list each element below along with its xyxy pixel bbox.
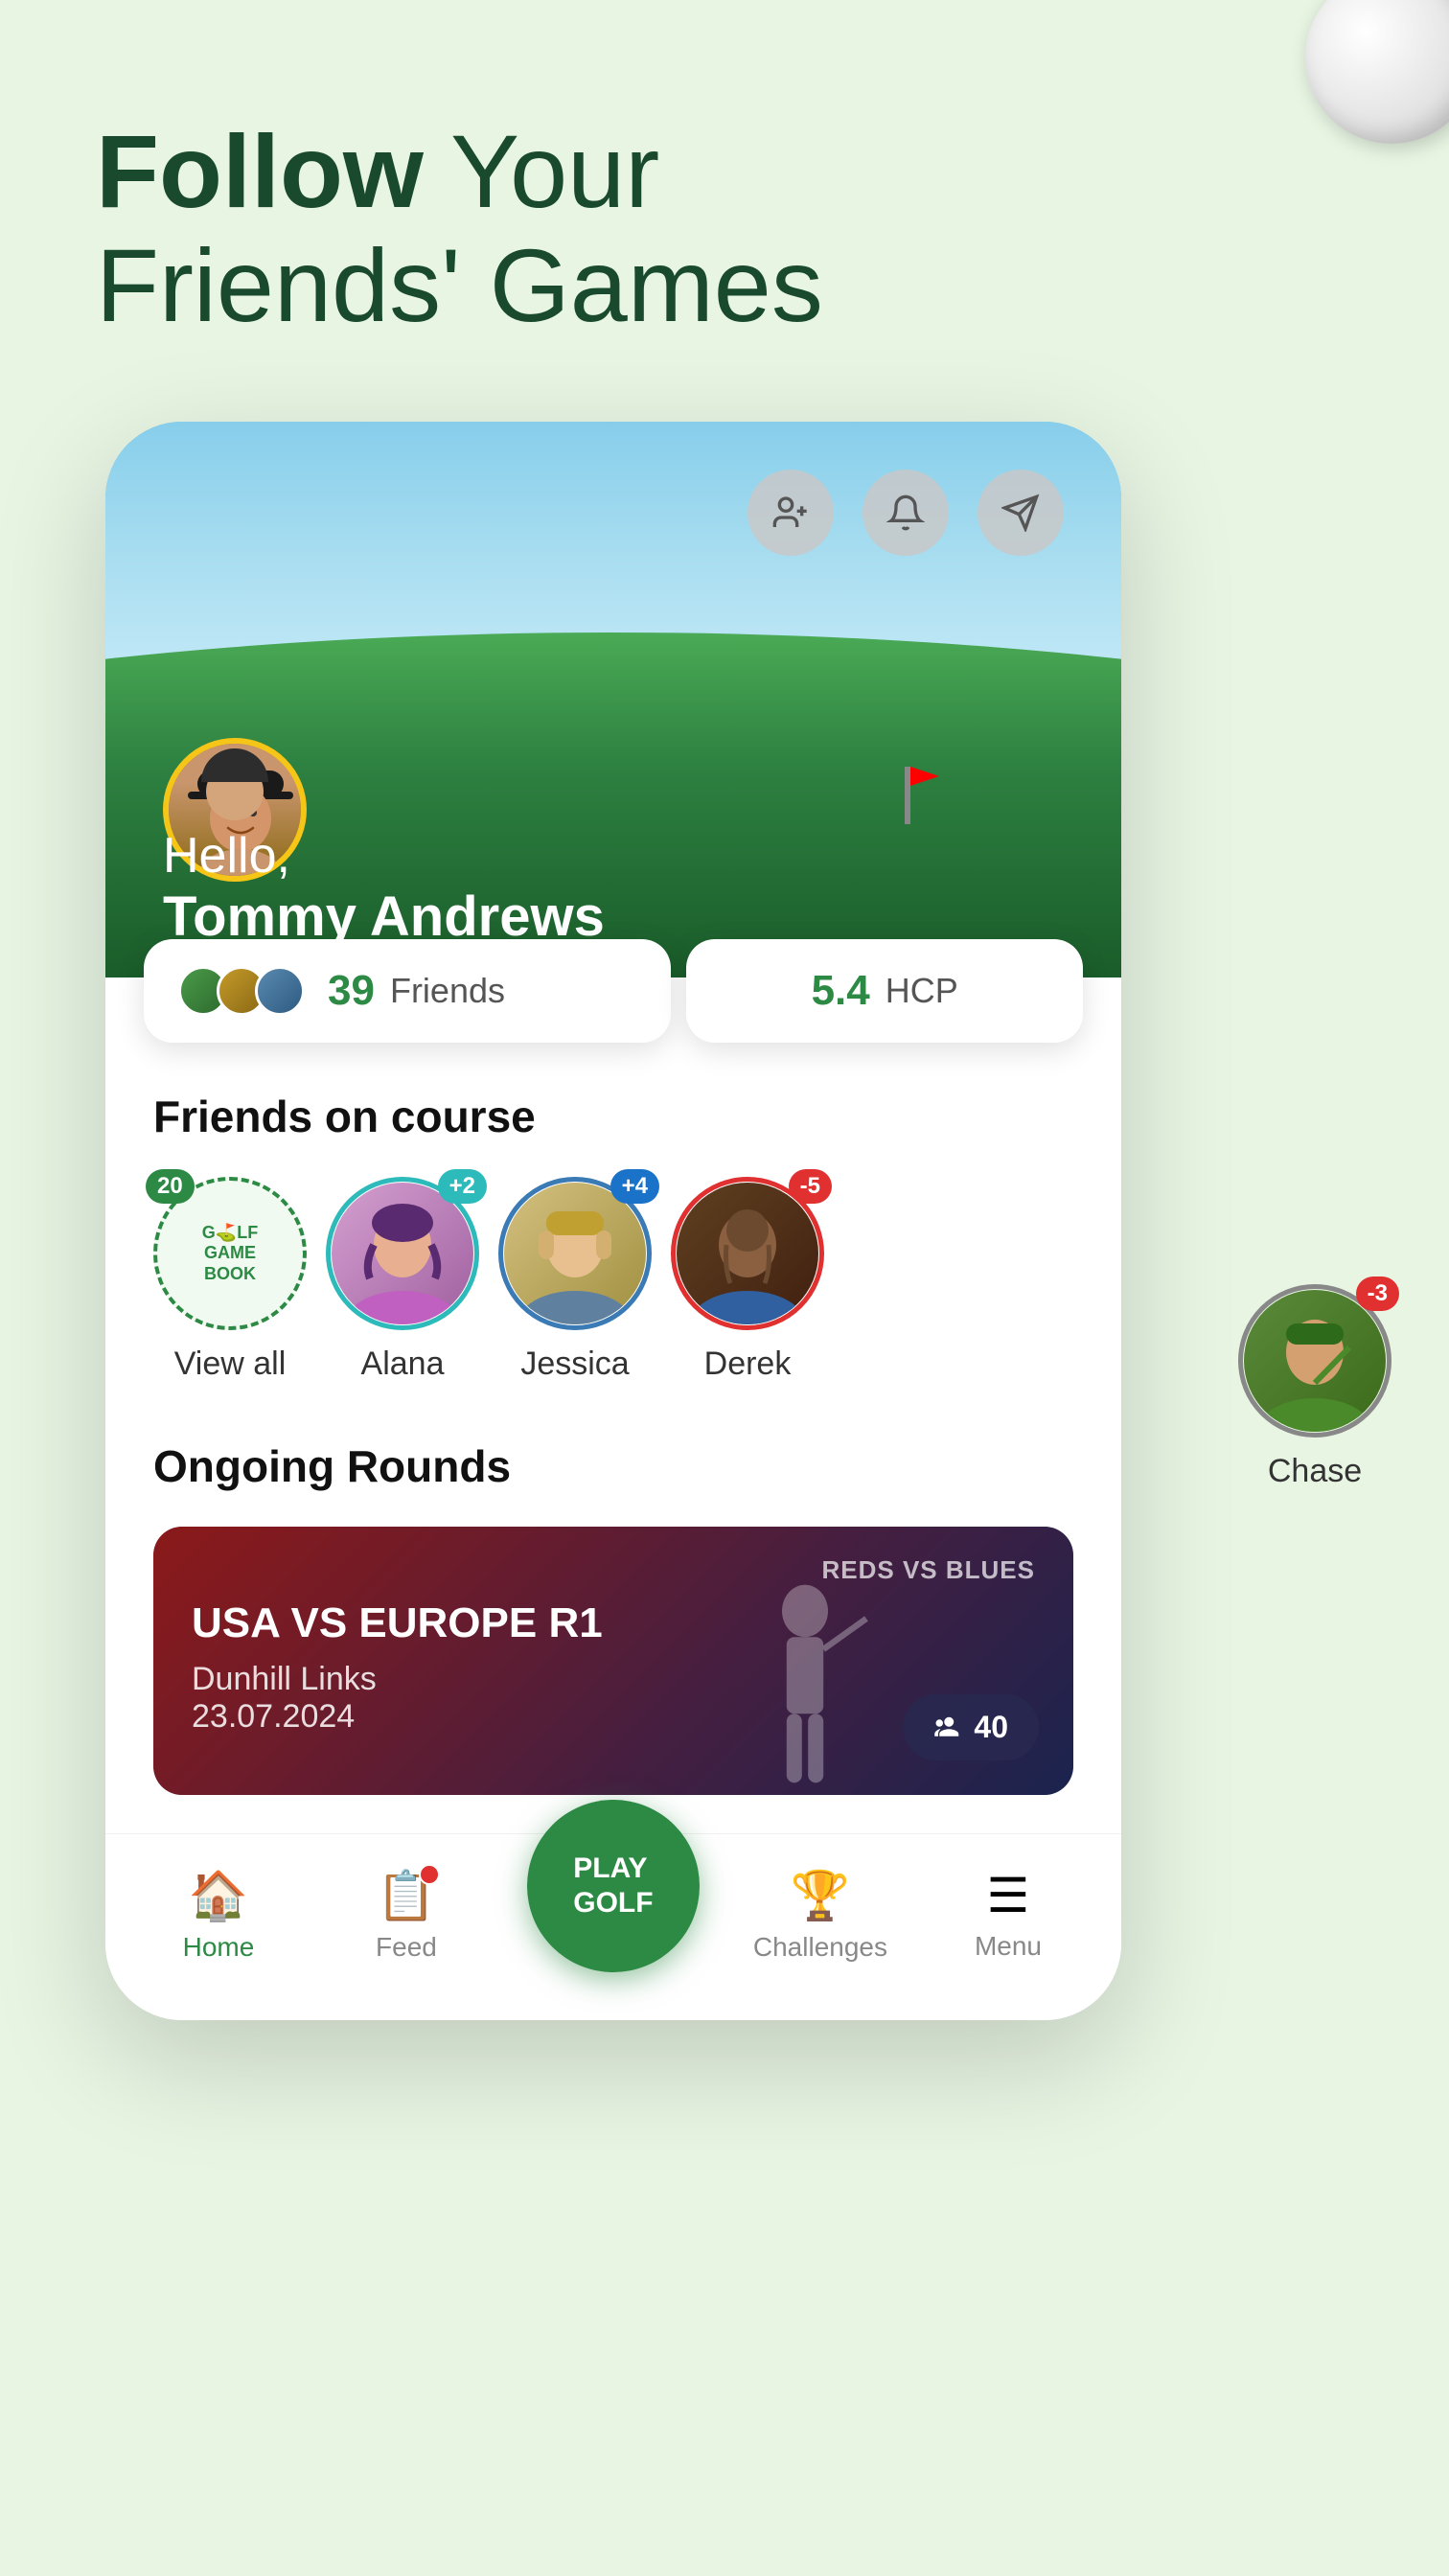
view-all-item[interactable]: G⛳LF GAME BOOK 20 View all xyxy=(153,1177,307,1383)
chase-avatar xyxy=(1244,1290,1386,1432)
jessica-name: Jessica xyxy=(520,1346,629,1383)
round-card[interactable]: REDS VS BLUES USA VS EUROPE R1 Dunhill L… xyxy=(153,1527,1073,1795)
chase-friend-outside[interactable]: -3 Chase xyxy=(1238,1284,1392,1490)
greeting-line1: Hello, xyxy=(163,827,605,885)
play-golf-button[interactable]: PLAYGOLF xyxy=(527,1800,700,1972)
jessica-avatar xyxy=(504,1183,646,1324)
players-count: 40 xyxy=(974,1710,1008,1745)
notification-button[interactable] xyxy=(862,470,949,556)
hero-icons xyxy=(748,470,1064,556)
round-subtitle: REDS VS BLUES xyxy=(822,1555,1036,1585)
chase-circle: -3 xyxy=(1238,1284,1392,1438)
hero-flag xyxy=(905,767,910,824)
gamebook-logo: G⛳LF GAME BOOK xyxy=(202,1223,258,1285)
nav-feed[interactable]: 📋 Feed xyxy=(339,1868,473,1963)
view-all-label: View all xyxy=(174,1346,287,1383)
alana-name: Alana xyxy=(361,1346,445,1383)
chase-score: -3 xyxy=(1356,1276,1399,1311)
golf-ball-decoration xyxy=(1305,0,1449,144)
nav-challenges[interactable]: 🏆 Challenges xyxy=(753,1868,887,1963)
stats-bar: 39 Friends 5.4 HCP xyxy=(144,939,1083,1043)
header-bold: Follow xyxy=(96,113,424,229)
menu-label: Menu xyxy=(975,1931,1042,1962)
derek-avatar xyxy=(677,1183,818,1324)
view-all-circle-wrap: G⛳LF GAME BOOK 20 xyxy=(153,1177,307,1330)
nav-play-golf[interactable]: PLAYGOLF xyxy=(527,1857,700,1972)
feed-label: Feed xyxy=(376,1932,437,1963)
challenges-label: Challenges xyxy=(753,1932,887,1963)
derek-name: Derek xyxy=(704,1346,792,1383)
home-icon: 🏠 xyxy=(189,1868,248,1924)
friends-avatars xyxy=(178,966,305,1016)
feed-notification-dot xyxy=(419,1864,440,1885)
jessica-circle: +4 xyxy=(498,1177,652,1330)
friends-stat-card[interactable]: 39 Friends xyxy=(144,939,671,1043)
friends-row: G⛳LF GAME BOOK 20 View all xyxy=(153,1177,1073,1383)
feed-icon-wrap: 📋 xyxy=(377,1868,436,1924)
view-all-badge: 20 xyxy=(146,1169,195,1204)
play-golf-label: PLAYGOLF xyxy=(573,1852,653,1920)
players-icon xyxy=(933,1715,962,1740)
add-friend-button[interactable] xyxy=(748,470,834,556)
alana-avatar xyxy=(332,1183,473,1324)
phone-content: Friends on course G⛳LF GAME BOOK 20 View… xyxy=(105,1043,1121,1795)
jessica-score: +4 xyxy=(610,1169,659,1204)
hero-banner: Hello, Tommy Andrews xyxy=(105,422,1121,978)
ongoing-rounds-title: Ongoing Rounds xyxy=(153,1440,1073,1492)
round-players-badge: 40 xyxy=(903,1694,1039,1760)
send-button[interactable] xyxy=(978,470,1064,556)
menu-icon: ☰ xyxy=(987,1868,1030,1923)
hcp-stat-card[interactable]: 5.4 HCP xyxy=(686,939,1083,1043)
friend-jessica[interactable]: +4 Jessica xyxy=(498,1177,652,1383)
phone-mockup: Hello, Tommy Andrews 39 Friends 5.4 HCP … xyxy=(105,422,1121,2020)
friend-alana[interactable]: +2 Alana xyxy=(326,1177,479,1383)
derek-circle: -5 xyxy=(671,1177,824,1330)
friends-section-title: Friends on course xyxy=(153,1091,1073,1142)
home-label: Home xyxy=(183,1932,255,1963)
round-main-title: USA VS EUROPE R1 xyxy=(192,1599,1035,1647)
page-header: Follow YourFriends' Games xyxy=(96,115,823,343)
nav-home[interactable]: 🏠 Home xyxy=(151,1868,286,1963)
nav-menu[interactable]: ☰ Menu xyxy=(941,1868,1075,1962)
derek-score: -5 xyxy=(789,1169,832,1204)
challenges-icon: 🏆 xyxy=(791,1868,850,1924)
hcp-label: HCP xyxy=(886,971,958,1011)
alana-circle: +2 xyxy=(326,1177,479,1330)
alana-score: +2 xyxy=(438,1169,487,1204)
hero-greeting: Hello, Tommy Andrews xyxy=(163,827,605,949)
friends-label: Friends xyxy=(390,971,505,1011)
hcp-value: 5.4 xyxy=(812,967,870,1015)
friend-mini-3 xyxy=(255,966,305,1016)
bottom-nav: 🏠 Home 📋 Feed PLAYGOLF 🏆 Challenges ☰ Me… xyxy=(105,1833,1121,2020)
friends-count: 39 xyxy=(328,967,375,1015)
friend-derek[interactable]: -5 Derek xyxy=(671,1177,824,1383)
chase-name: Chase xyxy=(1268,1453,1362,1490)
